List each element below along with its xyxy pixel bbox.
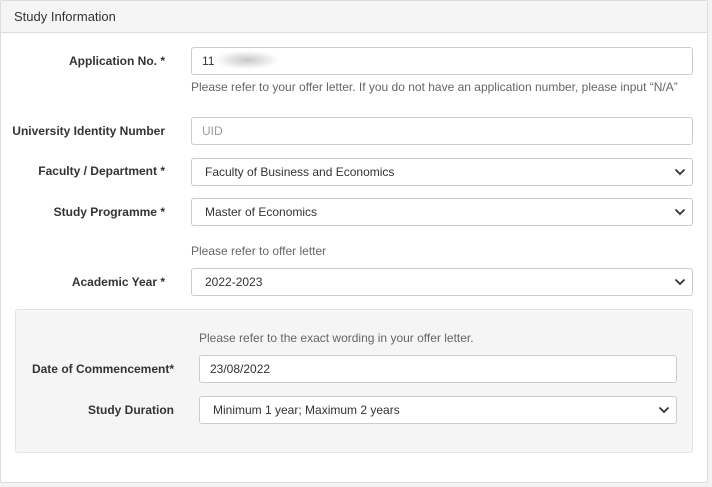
academic-year-label: Academic Year * xyxy=(71,275,165,289)
application-no-label: Application No. * xyxy=(69,54,165,68)
commencement-date-input[interactable]: 23/08/2022 xyxy=(199,355,677,383)
commencement-section: Please refer to the exact wording in you… xyxy=(15,309,693,453)
panel-title: Study Information xyxy=(1,1,707,33)
chevron-down-icon xyxy=(674,278,686,286)
faculty-label: Faculty / Department * xyxy=(38,164,165,178)
faculty-select[interactable]: Faculty of Business and Economics xyxy=(191,158,693,186)
chevron-down-icon xyxy=(674,168,686,176)
programme-help: Please refer to offer letter xyxy=(191,244,327,258)
commencement-date-value: 23/08/2022 xyxy=(210,362,271,376)
duration-label: Study Duration xyxy=(88,403,174,417)
uid-placeholder: UID xyxy=(202,124,223,138)
study-information-panel: Study Information Application No. * 11 P… xyxy=(0,0,708,483)
wording-help: Please refer to the exact wording in you… xyxy=(199,331,474,345)
duration-select[interactable]: Minimum 1 year; Maximum 2 years xyxy=(199,396,677,424)
application-no-input[interactable]: 11 xyxy=(191,47,693,75)
programme-selected-value: Master of Economics xyxy=(205,205,318,219)
uid-label: University Identity Number xyxy=(12,124,165,138)
chevron-down-icon xyxy=(674,208,686,216)
academic-year-select[interactable]: 2022-2023 xyxy=(191,268,693,296)
duration-selected-value: Minimum 1 year; Maximum 2 years xyxy=(213,403,400,417)
faculty-selected-value: Faculty of Business and Economics xyxy=(205,165,395,179)
commencement-label: Date of Commencement* xyxy=(31,362,174,376)
programme-label: Study Programme * xyxy=(53,205,165,219)
uid-input[interactable]: UID xyxy=(191,117,693,145)
academic-year-selected-value: 2022-2023 xyxy=(205,275,263,289)
application-no-help: Please refer to your offer letter. If yo… xyxy=(191,80,678,94)
chevron-down-icon xyxy=(658,406,670,414)
application-no-value: 11 xyxy=(202,54,215,68)
programme-select[interactable]: Master of Economics xyxy=(191,198,693,226)
redaction-blur xyxy=(216,51,278,69)
